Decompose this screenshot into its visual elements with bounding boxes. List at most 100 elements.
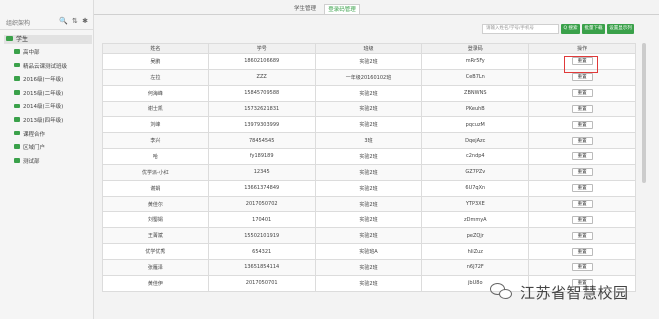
sidebar: 组织架构 🔍 ⇅ ✱ 学生 高中部 精品云课测试班级 2016级(一年级) 20… — [0, 0, 94, 319]
reset-button[interactable]: 重置 — [571, 231, 593, 240]
watermark: 江苏省智慧校园 — [490, 280, 629, 304]
tree-item-label: 2013级(四年级) — [23, 117, 64, 124]
cell-student-id: 18602106689 — [208, 54, 316, 70]
cell-class: 实验2班 — [315, 164, 423, 181]
sort-icon[interactable]: ⇅ — [72, 17, 79, 25]
cell-student-id: 15502101919 — [208, 228, 316, 245]
reset-button[interactable]: 重置 — [571, 136, 593, 145]
batch-download-button[interactable]: 批量下载 — [582, 24, 605, 34]
folder-icon — [14, 158, 20, 163]
folder-icon — [14, 49, 20, 54]
search-icon[interactable]: 🔍 — [59, 17, 69, 25]
cell-login-code: zDmmyA — [422, 212, 530, 229]
tab-student-management[interactable]: 学生管理 — [286, 4, 324, 14]
cell-class: 实验2班 — [315, 149, 423, 165]
tree-item-label: 2015级(二年级) — [23, 90, 64, 97]
reset-button[interactable]: 重置 — [571, 152, 593, 161]
cell-name: 谢士凯 — [103, 101, 209, 118]
search-input[interactable]: 请输入姓名/学号/手机号 — [482, 24, 559, 34]
cell-login-code: YTP3XE — [422, 196, 530, 213]
cell-student-id: 13651854114 — [208, 259, 316, 276]
header-name: 姓名 — [103, 44, 209, 54]
watermark-text: 江苏省智慧校园 — [520, 283, 629, 302]
wechat-icon — [490, 281, 514, 303]
settings-icon[interactable]: ✱ — [82, 17, 89, 25]
tree-item[interactable]: 精品云课测试班级 — [14, 61, 92, 75]
cell-name: 李兴 — [103, 133, 209, 150]
cell-login-code: GZ7PZv — [422, 164, 530, 181]
reset-button[interactable]: 重置 — [571, 200, 593, 209]
cell-action: 重置 — [529, 133, 636, 150]
tree-item[interactable]: 区域门户 — [14, 142, 92, 156]
cell-action: 重置 — [529, 196, 636, 213]
table-row: 张雁泽 13651854114 实验2班 n6J72F 重置 — [103, 259, 636, 276]
reset-button[interactable]: 重置 — [571, 168, 593, 177]
cell-login-code: peZQjr — [422, 228, 530, 245]
cell-name: 刘峰 — [103, 117, 209, 134]
reset-button[interactable]: 重置 — [571, 184, 593, 193]
folder-icon — [14, 144, 20, 149]
tree-item[interactable]: 测试部 — [14, 156, 92, 170]
cell-class: 实验2班 — [315, 212, 423, 229]
scrollbar[interactable] — [642, 43, 646, 183]
tree-root-student[interactable]: 学生 — [4, 35, 92, 44]
tree-item[interactable]: 2016级(一年级) — [14, 74, 92, 88]
tree-item-label: 课程合作 — [23, 131, 46, 138]
cell-login-code: hIiZuz — [422, 244, 530, 260]
cell-login-code: c2ndp4 — [422, 149, 530, 165]
search-button[interactable]: Q 搜索 — [561, 24, 580, 34]
cell-class: 实验2班 — [315, 117, 423, 134]
tab-login-code-management[interactable]: 登录码管理 — [324, 4, 360, 14]
cell-class: 3班 — [315, 133, 423, 150]
reset-button[interactable]: 重置 — [571, 263, 593, 272]
sidebar-title: 组织架构 — [6, 20, 31, 27]
tree-item-label: 高中部 — [23, 50, 40, 56]
cell-action: 重置 — [529, 149, 636, 165]
highlight-box — [564, 56, 598, 73]
table-row: 李兴 78454545 3班 DqejAzc 重置 — [103, 133, 636, 150]
tree-item[interactable]: 2014级(三年级) — [14, 101, 92, 115]
tree-item-label: 测试部 — [23, 158, 40, 165]
reset-button[interactable]: 重置 — [571, 73, 593, 82]
cell-name: 谢娟 — [103, 180, 209, 197]
header-class: 班级 — [315, 44, 423, 54]
sidebar-tools: 🔍 ⇅ ✱ — [59, 17, 89, 25]
reset-button[interactable]: 重置 — [571, 120, 593, 129]
cell-student-id: 13661374849 — [208, 180, 316, 197]
cell-name: 优学优秀 — [103, 244, 209, 260]
cell-name: 优学派-小红 — [103, 164, 209, 181]
cell-student-id: 15732621831 — [208, 101, 316, 118]
table-row: 优学优秀 654321 实验班A hIiZuz 重置 — [103, 244, 636, 260]
sidebar-header: 组织架构 🔍 ⇅ ✱ — [0, 12, 93, 30]
cell-action: 重置 — [529, 117, 636, 134]
cell-action: 重置 — [529, 180, 636, 197]
reset-button[interactable]: 重置 — [571, 104, 593, 113]
tree-root-label: 学生 — [16, 36, 29, 43]
column-settings-button[interactable]: 设置显示列 — [607, 24, 634, 34]
tree-item[interactable]: 2015级(二年级) — [14, 88, 92, 102]
cell-name: 黄佳伊 — [103, 275, 209, 292]
cell-student-id: 78454545 — [208, 133, 316, 150]
tree-item[interactable]: 高中部 — [14, 47, 92, 61]
cell-name: 吴鹏 — [103, 54, 209, 70]
cell-name: 张雁泽 — [103, 259, 209, 276]
cell-action: 重置 — [529, 259, 636, 276]
header-action: 操作 — [529, 44, 636, 54]
table-row: 吴鹏 18602106689 实验2班 mRr5Fy 重置 — [103, 54, 636, 70]
cell-login-code: CeB7Ln — [422, 69, 530, 86]
cell-student-id: fy189189 — [208, 149, 316, 165]
tree-item[interactable]: 2013级(四年级) — [14, 115, 92, 129]
reset-button[interactable]: 重置 — [571, 89, 593, 98]
table-header: 姓名 学号 班级 登录码 操作 — [103, 44, 636, 54]
cell-class: 实验2班 — [315, 180, 423, 197]
cell-class: 实验2班 — [315, 259, 423, 276]
cell-name: 何海峰 — [103, 85, 209, 102]
table-row: 谢士凯 15732621831 实验2班 PKeuhB 重置 — [103, 101, 636, 118]
table-row: 刘蜀娟 170401 实验2班 zDmmyA 重置 — [103, 212, 636, 229]
reset-button[interactable]: 重置 — [571, 215, 593, 224]
cell-name: 王菁斌 — [103, 228, 209, 245]
tree-item[interactable]: 课程合作 — [14, 129, 92, 143]
reset-button[interactable]: 重置 — [571, 247, 593, 256]
cell-student-id: 170401 — [208, 212, 316, 229]
cell-class: 实验2班 — [315, 101, 423, 118]
